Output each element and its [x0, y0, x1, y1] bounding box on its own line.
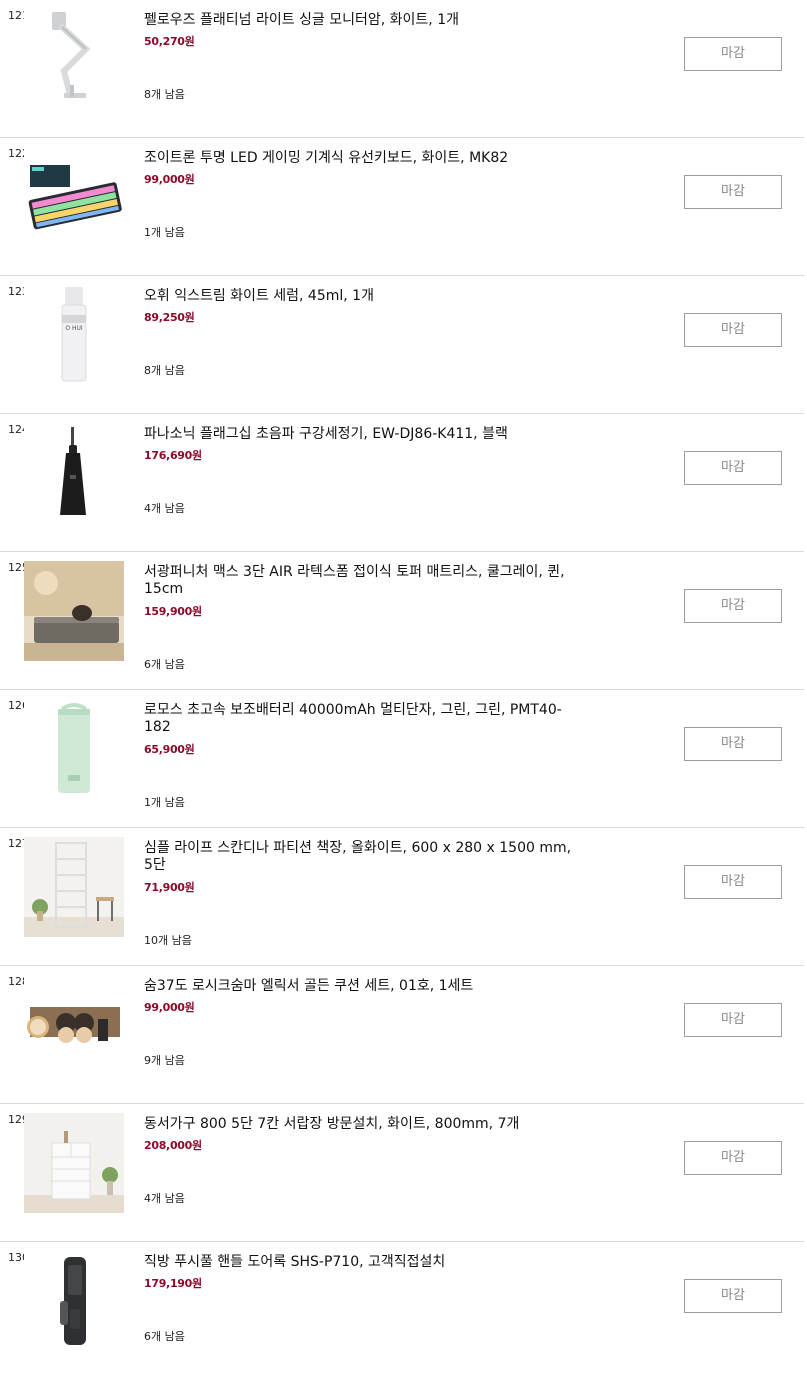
- product-title[interactable]: 펠로우즈 플래티넘 라이트 싱글 모니터암, 화이트, 1개: [144, 12, 584, 29]
- stock-remaining: 9개 남음: [144, 1054, 185, 1067]
- stock-remaining: 1개 남음: [144, 796, 185, 809]
- product-price: 89,250원: [144, 311, 195, 324]
- door-lock-icon[interactable]: [24, 1251, 124, 1351]
- product-price: 50,270원: [144, 35, 195, 48]
- closed-button[interactable]: 마감: [684, 589, 782, 623]
- product-list: 121 펠로우즈 플래티넘 라이트 싱글 모니터암, 화이트, 1개 50,27…: [0, 0, 807, 1380]
- stock-remaining: 6개 남음: [144, 1330, 185, 1343]
- product-price: 65,900원: [144, 743, 195, 756]
- list-item: 126 로모스 초고속 보조배터리 40000mAh 멀티단자, 그린, 그린,…: [0, 690, 804, 828]
- product-title[interactable]: 로모스 초고속 보조배터리 40000mAh 멀티단자, 그린, 그린, PMT…: [144, 702, 584, 736]
- product-price: 99,000원: [144, 1001, 195, 1014]
- closed-button[interactable]: 마감: [684, 175, 782, 209]
- stock-remaining: 4개 남음: [144, 502, 185, 515]
- power-bank-icon[interactable]: [24, 699, 124, 799]
- closed-button[interactable]: 마감: [684, 313, 782, 347]
- closed-button[interactable]: 마감: [684, 727, 782, 761]
- product-title[interactable]: 파나소닉 플래그십 초음파 구강세정기, EW-DJ86-K411, 블랙: [144, 426, 584, 443]
- product-title[interactable]: 서광퍼니처 맥스 3단 AIR 라텍스폼 접이식 토퍼 매트리스, 쿨그레이, …: [144, 564, 584, 598]
- list-item: 123 O HUI 오휘 익스트림 화이트 세럼, 45ml, 1개 89,25…: [0, 276, 804, 414]
- product-title[interactable]: 심플 라이프 스칸디나 파티션 책장, 올화이트, 600 x 280 x 15…: [144, 840, 584, 874]
- oral-irrigator-icon[interactable]: [24, 423, 124, 523]
- closed-button[interactable]: 마감: [684, 1279, 782, 1313]
- product-price: 159,900원: [144, 605, 202, 618]
- closed-button[interactable]: 마감: [684, 451, 782, 485]
- product-title[interactable]: 숨37도 로시크숨마 엘릭서 골든 쿠션 세트, 01호, 1세트: [144, 978, 584, 995]
- product-price: 179,190원: [144, 1277, 202, 1290]
- product-title[interactable]: 직방 푸시풀 핸들 도어록 SHS-P710, 고객직접설치: [144, 1254, 584, 1271]
- stock-remaining: 1개 남음: [144, 226, 185, 239]
- closed-button[interactable]: 마감: [684, 1003, 782, 1037]
- list-item: 130 직방 푸시풀 핸들 도어록 SHS-P710, 고객직접설치 179,1…: [0, 1242, 804, 1380]
- svg-text:O HUI: O HUI: [65, 325, 83, 332]
- list-item: 128 숨37도 로시크숨마 엘릭서 골든 쿠션 세트, 01호, 1세트 99…: [0, 966, 804, 1104]
- stock-remaining: 8개 남음: [144, 364, 185, 377]
- mattress-photo-icon[interactable]: [24, 561, 124, 661]
- list-item: 124 파나소닉 플래그십 초음파 구강세정기, EW-DJ86-K411, 블…: [0, 414, 804, 552]
- closed-button[interactable]: 마감: [684, 1141, 782, 1175]
- list-item: 121 펠로우즈 플래티넘 라이트 싱글 모니터암, 화이트, 1개 50,27…: [0, 0, 804, 138]
- product-price: 208,000원: [144, 1139, 202, 1152]
- serum-bottle-icon[interactable]: O HUI: [24, 285, 124, 385]
- drawer-chest-photo-icon[interactable]: [24, 1113, 124, 1213]
- list-item: 125 서광퍼니처 맥스 3단 AIR 라텍스폼 접이식 토퍼 매트리스, 쿨그…: [0, 552, 804, 690]
- list-item: 127 심플 라이프 스칸디나 파티션 책장, 올화이트, 600 x 280 …: [0, 828, 804, 966]
- product-price: 99,000원: [144, 173, 195, 186]
- stock-remaining: 10개 남음: [144, 934, 192, 947]
- keyboard-icon[interactable]: [24, 147, 124, 247]
- stock-remaining: 8개 남음: [144, 88, 185, 101]
- monitor-arm-icon[interactable]: [24, 9, 124, 109]
- list-item: 129 동서가구 800 5단 7칸 서랍장 방문설치, 화이트, 800mm,…: [0, 1104, 804, 1242]
- product-title[interactable]: 조이트론 투명 LED 게이밍 기계식 유선키보드, 화이트, MK82: [144, 150, 584, 167]
- stock-remaining: 6개 남음: [144, 658, 185, 671]
- list-item: 122 조이트론 투명 LED 게이밍 기계식 유선키보드, 화이트, MK82: [0, 138, 804, 276]
- product-price: 71,900원: [144, 881, 195, 894]
- product-title[interactable]: 오휘 익스트림 화이트 세럼, 45ml, 1개: [144, 288, 584, 305]
- cushion-compact-icon[interactable]: [24, 975, 124, 1075]
- closed-button[interactable]: 마감: [684, 37, 782, 71]
- product-price: 176,690원: [144, 449, 202, 462]
- closed-button[interactable]: 마감: [684, 865, 782, 899]
- bookshelf-photo-icon[interactable]: [24, 837, 124, 937]
- stock-remaining: 4개 남음: [144, 1192, 185, 1205]
- product-title[interactable]: 동서가구 800 5단 7칸 서랍장 방문설치, 화이트, 800mm, 7개: [144, 1116, 584, 1133]
